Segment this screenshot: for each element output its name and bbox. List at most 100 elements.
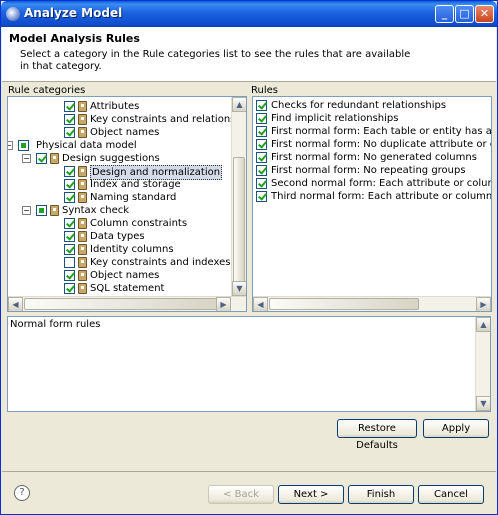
tree-item-label: Key constraints and relationships bbox=[90, 114, 247, 125]
next-button[interactable]: Next > bbox=[278, 485, 344, 504]
rule-item[interactable]: Third normal form: Each attribute or col… bbox=[253, 190, 491, 203]
tree-item[interactable]: Data types bbox=[8, 230, 232, 243]
rule-item[interactable]: First normal form: No generated columns bbox=[253, 151, 491, 164]
rules-horizontal-scrollbar[interactable]: ◀ ▶ bbox=[253, 296, 491, 311]
tree-item[interactable]: Object names bbox=[8, 126, 232, 139]
tree-item[interactable]: Design and normalization bbox=[8, 165, 232, 180]
restore-defaults-button[interactable]: Restore Defaults bbox=[337, 419, 417, 451]
rule-checkbox[interactable] bbox=[256, 178, 267, 189]
scroll-left-icon[interactable]: ◀ bbox=[253, 297, 268, 311]
rule-item[interactable]: Checks for redundant relationships bbox=[253, 99, 491, 112]
rule-category-icon bbox=[78, 114, 87, 125]
collapse-icon[interactable]: − bbox=[8, 141, 13, 150]
tree-item-checkbox[interactable] bbox=[64, 114, 75, 125]
scroll-right-icon[interactable]: ▶ bbox=[216, 297, 231, 311]
tree-item[interactable]: SQL statement bbox=[8, 282, 232, 295]
tree-item-checkbox[interactable] bbox=[64, 283, 75, 294]
tree-item-checkbox[interactable] bbox=[64, 270, 75, 281]
collapse-icon[interactable]: − bbox=[22, 154, 31, 163]
tree-hscroll-thumb[interactable] bbox=[24, 298, 220, 310]
scroll-left-icon[interactable]: ◀ bbox=[8, 297, 23, 311]
tree-item-checkbox[interactable] bbox=[36, 205, 47, 216]
tree-item[interactable]: Key constraints and relationships bbox=[8, 113, 246, 126]
tree-item-label: Object names bbox=[90, 270, 160, 281]
minimize-button[interactable]: _ bbox=[435, 5, 454, 23]
rule-checkbox[interactable] bbox=[256, 126, 267, 137]
tree-item-checkbox[interactable] bbox=[36, 153, 47, 164]
rule-checkbox[interactable] bbox=[256, 191, 267, 202]
tree-item[interactable]: Attributes bbox=[8, 100, 232, 113]
collapse-icon[interactable]: − bbox=[22, 206, 31, 215]
apply-button[interactable]: Apply bbox=[423, 419, 489, 438]
rule-checkbox[interactable] bbox=[256, 152, 267, 163]
tree-item[interactable]: Index and storage bbox=[8, 178, 232, 191]
scroll-up-icon[interactable]: ▲ bbox=[476, 317, 490, 332]
rule-checkbox[interactable] bbox=[256, 100, 267, 111]
scroll-down-icon[interactable]: ▼ bbox=[232, 281, 246, 296]
rule-label: Second normal form: Each attribute or co… bbox=[271, 178, 491, 189]
tree-item[interactable]: Identity columns bbox=[8, 243, 232, 256]
close-button[interactable]: ✕ bbox=[475, 5, 494, 23]
rule-label: First normal form: No repeating groups bbox=[271, 165, 466, 176]
tree-item-label: Key constraints and indexes bbox=[90, 257, 231, 268]
title-bar[interactable]: Analyze Model _ □ ✕ bbox=[1, 1, 497, 27]
rule-item[interactable]: First normal form: Each table or entity … bbox=[253, 125, 491, 138]
rule-item[interactable]: Find implicit relationships bbox=[253, 112, 491, 125]
tree-item-checkbox[interactable] bbox=[64, 179, 75, 190]
scroll-right-icon[interactable]: ▶ bbox=[476, 297, 491, 311]
tree-item-label: SQL statement bbox=[90, 283, 165, 294]
tree-item-checkbox[interactable] bbox=[64, 166, 75, 177]
rule-checkbox[interactable] bbox=[256, 113, 267, 124]
rule-category-icon bbox=[78, 244, 87, 255]
tree-item-label: Data types bbox=[90, 231, 145, 242]
tree-item-checkbox[interactable] bbox=[64, 192, 75, 203]
page-description: Select a category in the Rule categories… bbox=[20, 49, 411, 72]
tree-item-checkbox[interactable] bbox=[64, 257, 75, 268]
tree-horizontal-scrollbar[interactable]: ◀ ▶ bbox=[8, 296, 246, 311]
finish-button[interactable]: Finish bbox=[348, 485, 414, 504]
footer-divider bbox=[2, 471, 496, 472]
cancel-button[interactable]: Cancel bbox=[418, 485, 484, 504]
maximize-button[interactable]: □ bbox=[455, 5, 474, 23]
tree-vscroll-thumb[interactable] bbox=[233, 157, 245, 289]
tree-item-checkbox[interactable] bbox=[64, 231, 75, 242]
tree-item-label: Column constraints bbox=[90, 218, 188, 229]
help-icon[interactable]: ? bbox=[14, 485, 30, 501]
tree-item[interactable]: − Syntax check bbox=[8, 204, 232, 217]
tree-item[interactable]: Object names bbox=[8, 269, 232, 282]
rule-category-icon bbox=[78, 127, 87, 138]
rules-list[interactable]: Checks for redundant relationships Find i… bbox=[252, 96, 492, 312]
tree-item[interactable]: − Design suggestions bbox=[8, 152, 232, 165]
tree-vertical-scrollbar[interactable]: ▲ ▼ bbox=[231, 97, 246, 296]
rule-category-icon bbox=[50, 205, 59, 216]
rule-description-area[interactable]: Normal form rules ▲ ▼ bbox=[7, 316, 491, 412]
tree-item-label: Identity columns bbox=[90, 244, 174, 255]
rule-label: Find implicit relationships bbox=[271, 113, 399, 124]
rule-item[interactable]: Second normal form: Each attribute or co… bbox=[253, 177, 491, 190]
rules-hscroll-thumb[interactable] bbox=[269, 298, 419, 310]
tree-item-checkbox[interactable] bbox=[64, 101, 75, 112]
tree-item-checkbox[interactable] bbox=[18, 140, 29, 151]
back-button[interactable]: < Back bbox=[208, 485, 274, 504]
rule-checkbox[interactable] bbox=[256, 165, 267, 176]
rule-item[interactable]: First normal form: No duplicate attribut… bbox=[253, 138, 491, 151]
description-vertical-scrollbar[interactable]: ▲ ▼ bbox=[475, 317, 490, 411]
tree-item-checkbox[interactable] bbox=[64, 127, 75, 138]
scroll-down-icon[interactable]: ▼ bbox=[476, 396, 490, 411]
tree-item[interactable]: Column constraints bbox=[8, 217, 232, 230]
tree-item-checkbox[interactable] bbox=[64, 218, 75, 229]
rule-category-icon bbox=[78, 283, 87, 294]
rule-label: Checks for redundant relationships bbox=[271, 100, 447, 111]
rule-category-icon bbox=[78, 270, 87, 281]
tree-item[interactable]: − Physical data model bbox=[8, 139, 232, 152]
rule-categories-tree[interactable]: Attributes Key constraints and relationsh… bbox=[7, 96, 247, 312]
tree-item[interactable]: Key constraints and indexes bbox=[8, 256, 232, 269]
rule-item[interactable]: First normal form: No repeating groups bbox=[253, 164, 491, 177]
rule-category-icon bbox=[78, 231, 87, 242]
scroll-up-icon[interactable]: ▲ bbox=[232, 97, 246, 112]
rule-checkbox[interactable] bbox=[256, 139, 267, 150]
tree-item-checkbox[interactable] bbox=[64, 244, 75, 255]
rule-categories-label: Rule categories bbox=[8, 85, 86, 96]
tree-item[interactable]: Naming standard bbox=[8, 191, 232, 204]
rule-category-icon bbox=[78, 166, 87, 177]
